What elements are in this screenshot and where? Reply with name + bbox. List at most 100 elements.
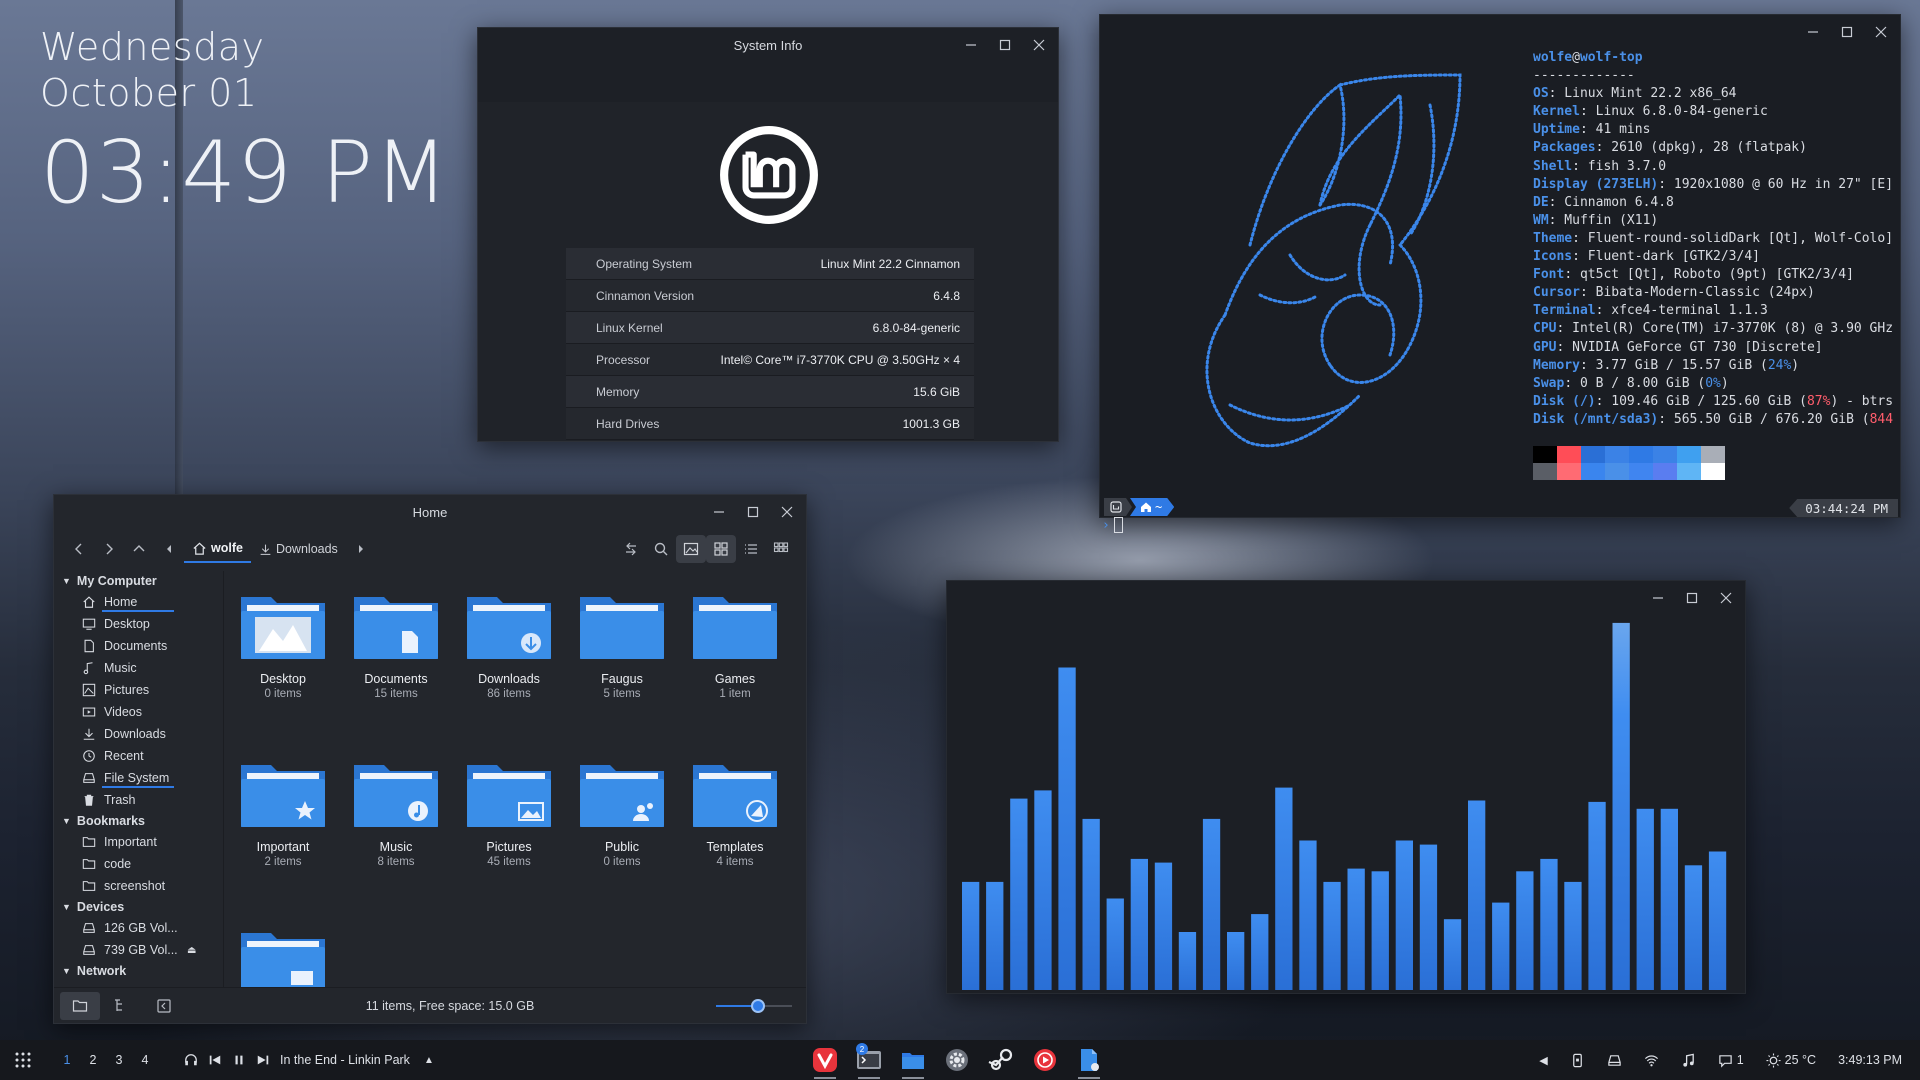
close-button[interactable] — [778, 503, 796, 521]
next-track-icon[interactable] — [256, 1053, 270, 1067]
maximize-button[interactable] — [996, 36, 1014, 54]
breadcrumb-home[interactable]: wolfe — [184, 535, 251, 563]
up-button[interactable] — [124, 535, 154, 563]
device-volume-739[interactable]: 739 GB Vol... ⏏ — [54, 939, 223, 961]
places-sidebar: ▼ My Computer Home Desktop Documents Musi… — [54, 571, 224, 987]
workspace-4[interactable]: 4 — [132, 1053, 158, 1067]
show-treeview-button[interactable] — [102, 992, 142, 1020]
close-button[interactable] — [1030, 36, 1048, 54]
app-menu-button[interactable] — [0, 1040, 46, 1080]
media-player-launcher[interactable] — [1028, 1043, 1062, 1077]
titlebar[interactable] — [1100, 15, 1900, 49]
bookmark-screenshot[interactable]: screenshot — [54, 875, 223, 897]
sidebar-item-downloads[interactable]: Downloads — [54, 723, 223, 745]
sidebar-item-trash[interactable]: Trash — [54, 789, 223, 811]
section-devices[interactable]: ▼ Devices — [54, 897, 223, 917]
workspace-1[interactable]: 1 — [54, 1053, 80, 1067]
close-button[interactable] — [1717, 589, 1735, 607]
folder-icon — [241, 765, 325, 827]
forward-button[interactable] — [94, 535, 124, 563]
info-value: 6.8.0-84-generic — [872, 320, 960, 335]
section-my-computer[interactable]: ▼ My Computer — [54, 571, 223, 591]
folder-tile[interactable]: Pictures 45 items — [454, 759, 564, 868]
previous-track-icon[interactable] — [208, 1053, 222, 1067]
sidebar-item-desktop[interactable]: Desktop — [54, 613, 223, 635]
steam-launcher[interactable] — [984, 1043, 1018, 1077]
titlebar[interactable]: System Info — [478, 28, 1058, 62]
breadcrumb-left-button[interactable] — [154, 535, 184, 563]
eject-icon[interactable]: ⏏ — [187, 945, 196, 956]
device-volume-126[interactable]: 126 GB Vol... — [54, 917, 223, 939]
terminal-launcher[interactable]: 2 — [852, 1043, 886, 1079]
titlebar[interactable] — [947, 581, 1745, 615]
folder-tile[interactable]: Games 1 item — [680, 591, 790, 700]
section-bookmarks[interactable]: ▼ Bookmarks — [54, 811, 223, 831]
folder-tile[interactable]: Documents 15 items — [341, 591, 451, 700]
folder-tile[interactable] — [228, 927, 338, 987]
tray-expand-icon[interactable]: ◀ — [1539, 1054, 1547, 1067]
info-key: Memory — [596, 384, 640, 399]
folder-tile[interactable]: Music 8 items — [341, 759, 451, 868]
kdeconnect-icon[interactable] — [1570, 1053, 1585, 1068]
folder-tile[interactable]: Desktop 0 items — [228, 591, 338, 700]
notifications-applet[interactable]: 1 — [1718, 1053, 1744, 1068]
chevron-up-icon[interactable]: ▲ — [424, 1055, 434, 1066]
icon-view-button[interactable] — [706, 535, 736, 563]
workspace-3[interactable]: 3 — [106, 1053, 132, 1067]
maximize-button[interactable] — [744, 503, 762, 521]
bookmark-important[interactable]: Important — [54, 831, 223, 853]
minimize-button[interactable] — [1649, 589, 1667, 607]
zoom-handle[interactable] — [750, 999, 765, 1013]
sidebar-item-videos[interactable]: Videos — [54, 701, 223, 723]
search-button[interactable] — [646, 535, 676, 563]
sound-icon[interactable] — [1681, 1053, 1696, 1068]
thumbnail-view-button[interactable] — [676, 535, 706, 563]
removable-drive-icon[interactable] — [1607, 1053, 1622, 1068]
zoom-slider[interactable] — [716, 997, 792, 1015]
toggle-location-button[interactable] — [616, 535, 646, 563]
wifi-icon[interactable] — [1644, 1053, 1659, 1068]
now-playing-title[interactable]: In the End - Linkin Park — [280, 1053, 410, 1067]
sidebar-item-pictures[interactable]: Pictures — [54, 679, 223, 701]
hide-sidebar-button[interactable] — [144, 992, 184, 1020]
section-network[interactable]: ▼ Network — [54, 961, 223, 981]
folder-tile[interactable]: Downloads 86 items — [454, 591, 564, 700]
sidebar-item-recent[interactable]: Recent — [54, 745, 223, 767]
minimize-button[interactable] — [710, 503, 728, 521]
titlebar[interactable]: Home — [54, 495, 806, 529]
maximize-button[interactable] — [1838, 23, 1856, 41]
folder-count: 45 items — [487, 856, 531, 868]
sidebar-item-home[interactable]: Home — [54, 591, 223, 613]
list-view-button[interactable] — [736, 535, 766, 563]
term-at: @ — [1572, 50, 1580, 65]
folder-tile[interactable]: Important 2 items — [228, 759, 338, 868]
vivaldi-launcher[interactable] — [808, 1043, 842, 1079]
headphones-icon[interactable] — [184, 1053, 198, 1067]
folder-tile[interactable]: Public 0 items — [567, 759, 677, 868]
close-button[interactable] — [1872, 23, 1890, 41]
pause-icon[interactable] — [232, 1053, 246, 1067]
breadcrumb-downloads[interactable]: Downloads — [251, 535, 346, 563]
text-editor-launcher[interactable] — [1072, 1043, 1106, 1079]
command-line[interactable]: › — [1102, 517, 1123, 533]
back-button[interactable] — [64, 535, 94, 563]
minimize-button[interactable] — [962, 36, 980, 54]
sidebar-item-music[interactable]: Music — [54, 657, 223, 679]
compact-view-button[interactable] — [766, 535, 796, 563]
sidebar-item-label: Recent — [104, 749, 144, 763]
minimize-button[interactable] — [1804, 23, 1822, 41]
palette-swatch — [1653, 463, 1677, 480]
folder-tile[interactable]: Faugus 5 items — [567, 591, 677, 700]
show-places-button[interactable] — [60, 991, 100, 1020]
workspace-2[interactable]: 2 — [80, 1053, 106, 1067]
sidebar-item-file-system[interactable]: File System — [54, 767, 223, 789]
settings-launcher[interactable] — [940, 1043, 974, 1077]
folder-tile[interactable]: Templates 4 items — [680, 759, 790, 868]
weather-applet[interactable]: 25 °C — [1766, 1052, 1816, 1068]
breadcrumb-right-button[interactable] — [346, 535, 376, 563]
files-launcher[interactable] — [896, 1043, 930, 1079]
sidebar-item-documents[interactable]: Documents — [54, 635, 223, 657]
taskbar-clock[interactable]: 3:49:13 PM — [1838, 1053, 1902, 1067]
bookmark-code[interactable]: code — [54, 853, 223, 875]
maximize-button[interactable] — [1683, 589, 1701, 607]
